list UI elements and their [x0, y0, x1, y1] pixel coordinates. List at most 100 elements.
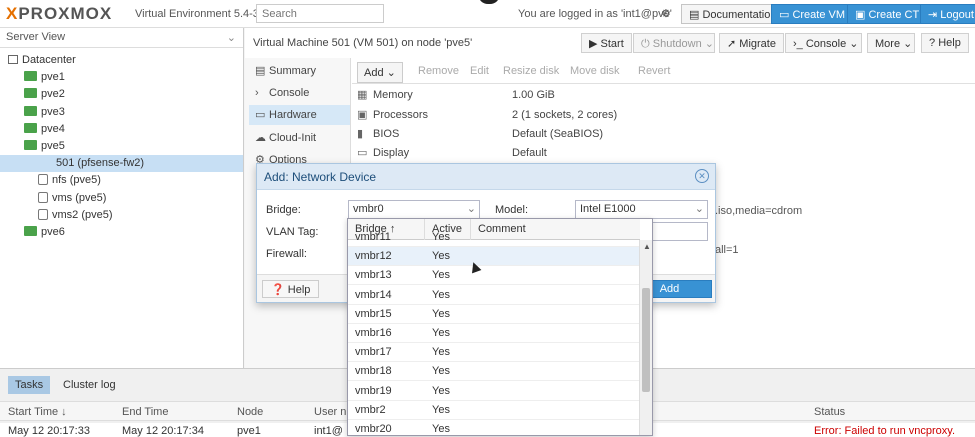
- gear-icon[interactable]: ⚙: [661, 7, 671, 20]
- help-button[interactable]: ? Help: [921, 33, 969, 53]
- chevron-down-icon: ⌄: [694, 203, 704, 215]
- documentation-button[interactable]: ▤ Documentation: [681, 4, 785, 24]
- tree-item-store[interactable]: vms2 (pve5): [38, 207, 113, 224]
- subnav-hardware[interactable]: ▭ Hardware: [249, 105, 350, 125]
- tree-item-node[interactable]: pve6: [24, 224, 65, 241]
- table-row[interactable]: vmbr13 Yes: [348, 266, 640, 286]
- node-icon: [24, 122, 37, 133]
- top-header: XPROXMOX Virtual Environment 5.4-3 You a…: [0, 0, 975, 28]
- tab-cluster-log[interactable]: Cluster log: [56, 376, 123, 394]
- summary-icon: ▤: [255, 65, 266, 77]
- subnav-cloud-init[interactable]: ☁ Cloud-Init: [249, 128, 350, 148]
- tree-item-node[interactable]: pve5: [24, 138, 65, 155]
- table-row[interactable]: vmbr18 Yes: [348, 362, 640, 382]
- search-input[interactable]: [256, 4, 384, 23]
- bridge-label: Bridge:: [266, 204, 301, 216]
- chevron-down-icon: ⌄: [383, 67, 396, 79]
- more-button[interactable]: More ⌄: [867, 33, 915, 53]
- hardware-row-processors[interactable]: ▣ Processors 2 (1 sockets, 2 cores): [352, 106, 975, 125]
- dialog-help-button[interactable]: ❓ Help: [262, 280, 320, 298]
- chevron-down-icon: ⌄: [846, 38, 859, 50]
- close-icon[interactable]: ✕: [695, 169, 709, 183]
- tree-item-node[interactable]: pve1: [24, 69, 65, 86]
- scrollbar-thumb[interactable]: [642, 288, 650, 392]
- column-user[interactable]: User n: [314, 406, 346, 418]
- monitor-icon: ▭: [255, 109, 266, 121]
- node-icon: [24, 226, 37, 236]
- shutdown-button[interactable]: ⏻ Shutdown ⌄: [633, 33, 715, 53]
- chevron-down-icon: ⌄: [701, 38, 714, 50]
- column-start-time[interactable]: Start Time ↓: [8, 406, 67, 418]
- edit-button[interactable]: Edit: [464, 62, 495, 80]
- tree-item-node[interactable]: pve4: [24, 121, 65, 138]
- table-row[interactable]: vmbr12 Yes: [348, 247, 640, 267]
- tree-item-node[interactable]: pve2: [24, 86, 65, 103]
- hardware-value-partial: all=1: [715, 244, 739, 256]
- table-row[interactable]: vmbr19 Yes: [348, 382, 640, 401]
- dialog-title: Add: Network Device: [264, 170, 377, 184]
- hardware-row-bios[interactable]: ▮ BIOS Default (SeaBIOS): [352, 125, 975, 144]
- table-row[interactable]: vmbr17 Yes: [348, 343, 640, 363]
- column-node[interactable]: Node: [237, 406, 263, 418]
- cloud-icon: ☁: [255, 132, 266, 144]
- tree-item-vm[interactable]: 501 (pfsense-fw2): [0, 155, 243, 173]
- book-icon: ▤: [689, 9, 703, 21]
- cpu-icon: ▣: [357, 109, 368, 121]
- model-select[interactable]: Intel E1000 ⌄: [575, 200, 708, 219]
- tree-item-store[interactable]: nfs (pve5): [38, 172, 101, 189]
- resource-tree-panel: Server View ⌄ Datacenter pve1 pve2 pve3 pve4 p…: [0, 28, 244, 368]
- logout-button[interactable]: ⇥ Logout: [920, 4, 975, 24]
- migrate-button[interactable]: ➚ Migrate: [719, 33, 784, 53]
- logout-icon: ⇥: [928, 9, 941, 21]
- vlan-tag-label: VLAN Tag:: [266, 226, 319, 238]
- hardware-row-display[interactable]: ▭ Display Default: [352, 144, 975, 163]
- terminal-icon: ›_: [793, 38, 806, 50]
- subnav-summary[interactable]: ▤ Summary: [249, 61, 350, 81]
- memory-icon: ▦: [357, 89, 368, 101]
- terminal-icon: ›: [255, 87, 259, 99]
- tree-item-dc[interactable]: Datacenter: [8, 52, 76, 69]
- node-icon: [24, 71, 37, 82]
- hardware-toolbar: Add ⌄ Remove Edit Resize disk Move disk …: [352, 58, 975, 84]
- resize-disk-button[interactable]: Resize disk: [497, 62, 565, 80]
- add-button[interactable]: Add ⌄: [357, 62, 403, 83]
- power-icon: ⏻: [641, 38, 653, 50]
- start-button[interactable]: ▶ Start: [581, 33, 632, 53]
- storage-icon: [38, 208, 48, 220]
- column-end-time[interactable]: End Time: [122, 406, 168, 418]
- bridge-select[interactable]: vmbr0 ⌄: [348, 200, 480, 219]
- tree-item-store[interactable]: vms (pve5): [38, 190, 106, 207]
- chevron-down-icon: ⌄: [466, 203, 476, 215]
- login-status: You are logged in as 'int1@pve': [518, 8, 672, 20]
- storage-icon: [38, 174, 48, 186]
- subnav-console[interactable]: › Console: [249, 83, 350, 103]
- revert-button[interactable]: Revert: [632, 62, 676, 80]
- play-icon: ▶: [589, 38, 601, 50]
- chevron-down-icon: ⌄: [226, 32, 236, 44]
- node-icon: [24, 105, 37, 116]
- send-icon: ➚: [727, 38, 740, 50]
- column-status[interactable]: Status: [814, 406, 845, 418]
- create-vm-button[interactable]: ▭ Create VM: [771, 4, 854, 24]
- proxmox-logo: XPROXMOX: [6, 4, 113, 23]
- tab-tasks[interactable]: Tasks: [8, 376, 51, 394]
- remove-button[interactable]: Remove: [412, 62, 465, 80]
- table-row[interactable]: vmbr14 Yes: [348, 286, 640, 305]
- console-button[interactable]: ›_ Console ⌄: [785, 33, 862, 53]
- table-row[interactable]: vmbr2 Yes: [348, 401, 640, 420]
- table-row[interactable]: vmbr16 Yes: [348, 324, 640, 343]
- hardware-row-memory[interactable]: ▦ Memory 1.00 GiB: [352, 86, 975, 105]
- table-row[interactable]: vmbr11 Yes: [348, 228, 640, 247]
- table-row[interactable]: vmbr20 Yes: [348, 420, 640, 435]
- dialog-header: Add: Network Device ✕: [257, 164, 715, 190]
- hardware-value-partial: .iso,media=cdrom: [715, 205, 803, 217]
- tree-item-node[interactable]: pve3: [24, 104, 65, 121]
- scrollbar[interactable]: ▲: [639, 240, 652, 435]
- page-title: Virtual Machine 501 (VM 501) on node 'pv…: [253, 37, 473, 49]
- table-row[interactable]: vmbr15 Yes: [348, 305, 640, 324]
- move-disk-button[interactable]: Move disk: [564, 62, 626, 80]
- node-icon: [24, 88, 37, 99]
- server-view-select[interactable]: Server View ⌄: [0, 28, 243, 48]
- firewall-label: Firewall:: [266, 248, 307, 260]
- create-ct-button[interactable]: ▣ Create CT: [847, 4, 928, 24]
